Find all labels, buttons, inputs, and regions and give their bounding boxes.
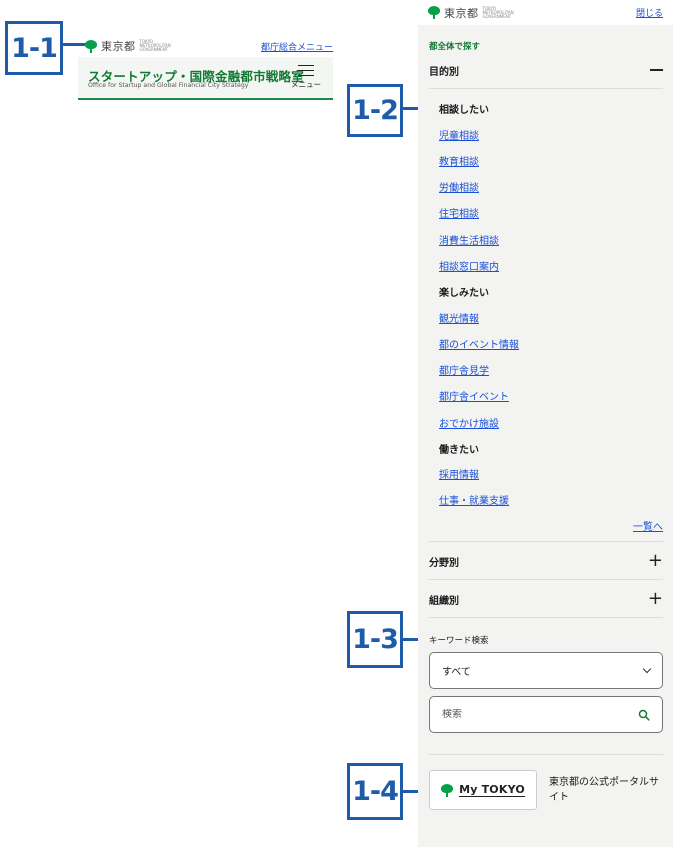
- metropolitan-menu-link[interactable]: 都庁総合メニュー: [261, 40, 333, 53]
- find-all-label: 都全体で探す: [429, 42, 481, 52]
- plus-icon: +: [647, 550, 663, 571]
- link-education-consultation[interactable]: 教育相談: [439, 153, 479, 168]
- divider: [429, 541, 663, 542]
- divider: [429, 754, 663, 755]
- ginkgo-leaf-icon: [441, 783, 454, 797]
- link-outing-facilities[interactable]: おでかけ施設: [439, 415, 499, 430]
- plus-icon: +: [647, 588, 663, 609]
- panel-header: 東京都 TOKYO METROPOLITAN GOVERNMENT 閉じる: [418, 0, 673, 25]
- logo-text: 東京都: [101, 40, 136, 53]
- callout-1-1: 1-1: [5, 21, 63, 75]
- minus-icon: [650, 69, 663, 71]
- search-field: [429, 696, 663, 733]
- menu-button-label: メニュー: [291, 80, 321, 89]
- hamburger-icon: [298, 65, 314, 76]
- link-event-info[interactable]: 都のイベント情報: [439, 336, 519, 351]
- accordion-purpose[interactable]: 目的別: [429, 61, 663, 79]
- mytokyo-button[interactable]: My TOKYO: [429, 770, 537, 810]
- menu-button[interactable]: メニュー: [289, 65, 323, 90]
- mytokyo-brand: My TOKYO: [459, 783, 525, 797]
- site-header-bar: スタートアップ・国際金融都市戦略室 Office for Startup and…: [78, 57, 333, 100]
- ginkgo-leaf-icon: [428, 6, 440, 19]
- divider: [429, 579, 663, 580]
- callout-1-3: 1-3: [347, 611, 403, 668]
- accordion-purpose-label: 目的別: [429, 66, 459, 78]
- divider: [429, 617, 663, 618]
- accordion-organization-label: 組織別: [429, 595, 459, 607]
- link-tourism-info[interactable]: 観光情報: [439, 310, 479, 325]
- chevron-down-icon: [642, 664, 652, 674]
- callout-1-4: 1-4: [347, 763, 403, 820]
- group-heading-enjoy: 楽しみたい: [439, 288, 489, 299]
- link-job-support[interactable]: 仕事・就業支援: [439, 492, 509, 507]
- link-consultation-guide[interactable]: 相談窓口案内: [439, 258, 499, 273]
- category-select[interactable]: すべて: [429, 652, 663, 689]
- group-heading-consult: 相談したい: [439, 105, 489, 116]
- accordion-field[interactable]: 分野別 +: [429, 552, 663, 570]
- category-select-value: すべて: [442, 667, 471, 678]
- link-recruitment[interactable]: 採用情報: [439, 466, 479, 481]
- logo-subtext: TOKYO METROPOLITAN GOVERNMENT: [482, 5, 514, 19]
- callout-1-1-line: [63, 43, 86, 46]
- callout-1-2: 1-2: [347, 84, 403, 137]
- close-menu-link[interactable]: 閉じる: [636, 6, 663, 19]
- link-labor-consultation[interactable]: 労働相談: [439, 179, 479, 194]
- accordion-field-label: 分野別: [429, 557, 459, 569]
- link-building-events[interactable]: 都庁舎イベント: [439, 388, 509, 403]
- link-child-consultation[interactable]: 児童相談: [439, 127, 479, 142]
- search-input[interactable]: [442, 709, 622, 720]
- link-building-tour[interactable]: 都庁舎見学: [439, 362, 489, 377]
- tokyo-logo[interactable]: 東京都 TOKYO METROPOLITAN GOVERNMENT: [85, 38, 171, 54]
- site-subtitle: Office for Startup and Global Financial …: [88, 82, 249, 89]
- ginkgo-leaf-icon: [85, 39, 97, 53]
- global-header: 東京都 TOKYO METROPOLITAN GOVERNMENT 都庁総合メニ…: [85, 36, 333, 56]
- logo-subtext: TOKYO METROPOLITAN GOVERNMENT: [139, 39, 171, 52]
- accordion-organization[interactable]: 組織別 +: [429, 590, 663, 608]
- global-menu-panel: 東京都 TOKYO METROPOLITAN GOVERNMENT 閉じる 都全…: [418, 0, 673, 847]
- mytokyo-description: 東京都の公式ポータルサイト: [549, 777, 659, 803]
- list-more-link[interactable]: 一覧へ: [633, 518, 663, 533]
- divider: [429, 88, 663, 89]
- link-consumer-consultation[interactable]: 消費生活相談: [439, 232, 499, 247]
- tokyo-logo[interactable]: 東京都 TOKYO METROPOLITAN GOVERNMENT: [428, 5, 514, 21]
- link-housing-consultation[interactable]: 住宅相談: [439, 205, 479, 220]
- logo-text: 東京都: [444, 6, 479, 20]
- keyword-search-label: キーワード検索: [429, 636, 489, 646]
- group-heading-work: 働きたい: [439, 445, 479, 456]
- search-icon[interactable]: [638, 709, 650, 721]
